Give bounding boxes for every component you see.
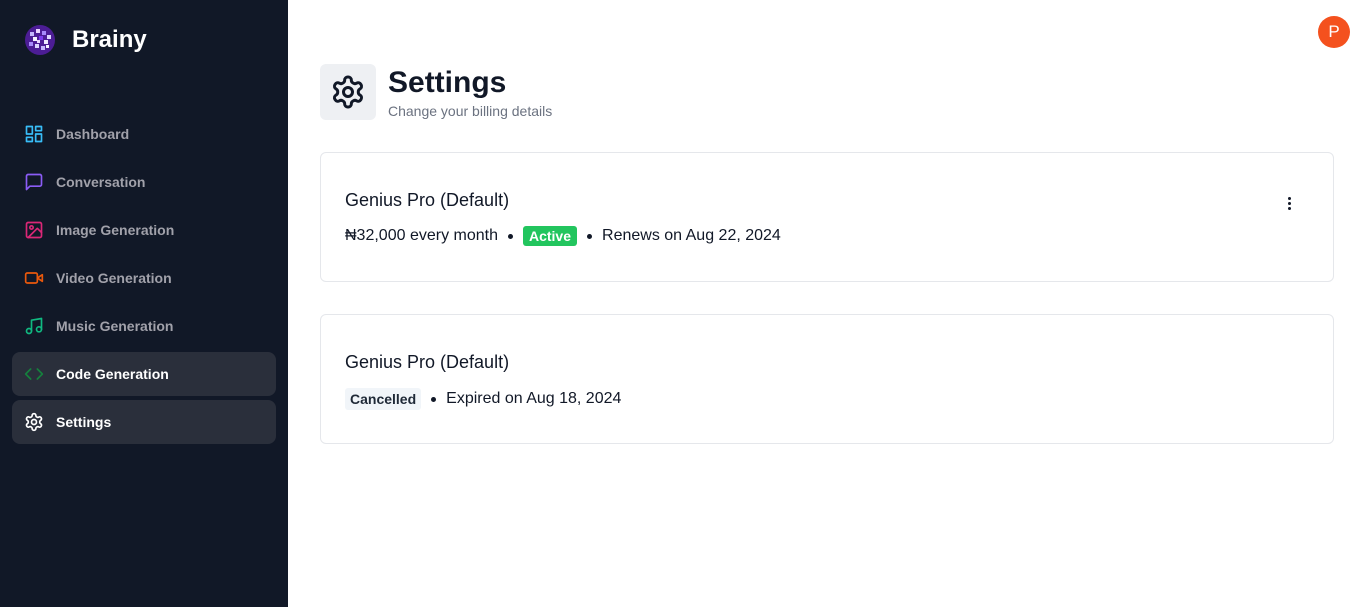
- sidebar-item-label: Settings: [56, 414, 112, 430]
- status-badge: Cancelled: [345, 388, 422, 410]
- code-icon: [24, 364, 44, 384]
- avatar-initial: P: [1328, 22, 1340, 41]
- plan-name: Genius Pro (Default): [345, 190, 510, 210]
- sidebar-item-label: Music Generation: [56, 318, 174, 334]
- settings-icon: [24, 412, 44, 432]
- sidebar-item-label: Conversation: [56, 174, 146, 190]
- subscription-card: Genius Pro (Default) ₦32,000 every month…: [320, 152, 1334, 282]
- subscription-card: Genius Pro (Default) Cancelled Expired o…: [320, 314, 1334, 444]
- sidebar-item-dashboard[interactable]: Dashboard: [12, 112, 276, 156]
- page-heading: Settings Change your billing details: [320, 64, 552, 120]
- sidebar-nav: Dashboard Conversation Image Generation: [12, 112, 276, 448]
- separator-dot: [507, 233, 513, 239]
- sidebar-item-image-generation[interactable]: Image Generation: [12, 208, 276, 252]
- user-avatar[interactable]: P: [1318, 16, 1350, 48]
- image-icon: [24, 220, 44, 240]
- sidebar-item-code-generation[interactable]: Code Generation: [12, 352, 276, 396]
- page-title: Settings: [388, 65, 507, 99]
- music-icon: [24, 316, 44, 336]
- sidebar-item-label: Video Generation: [56, 270, 172, 286]
- video-icon: [24, 268, 44, 288]
- renewal-date: Renews on Aug 22, 2024: [602, 227, 781, 244]
- brain-logo-icon: [24, 24, 56, 56]
- sidebar-item-label: Dashboard: [56, 126, 130, 142]
- separator-dot: [431, 396, 437, 402]
- message-square-icon: [24, 172, 44, 192]
- heading-text: Settings Change your billing details: [388, 65, 552, 120]
- sidebar-item-video-generation[interactable]: Video Generation: [12, 256, 276, 300]
- plan-name: Genius Pro (Default): [345, 352, 510, 372]
- settings-icon: [320, 64, 376, 120]
- sidebar-item-conversation[interactable]: Conversation: [12, 160, 276, 204]
- sidebar-item-music-generation[interactable]: Music Generation: [12, 304, 276, 348]
- expiry-date: Expired on Aug 18, 2024: [446, 390, 622, 407]
- plan-price: ₦32,000 every month: [345, 227, 498, 244]
- separator-dot: [587, 233, 593, 239]
- sidebar: Brainy Dashboard Conversation Image Gene…: [0, 0, 288, 607]
- sidebar-item-settings[interactable]: Settings: [12, 400, 276, 444]
- sidebar-item-label: Image Generation: [56, 222, 175, 238]
- brand-name: Brainy: [72, 26, 147, 53]
- subscription-meta: Cancelled Expired on Aug 18, 2024: [345, 388, 621, 410]
- dashboard-icon: [24, 124, 44, 144]
- status-badge: Active: [522, 226, 578, 246]
- brand[interactable]: Brainy: [24, 24, 147, 56]
- sidebar-item-label: Code Generation: [56, 366, 169, 382]
- subscription-meta: ₦32,000 every month Active Renews on Aug…: [345, 226, 781, 246]
- more-vertical-icon[interactable]: [1279, 193, 1299, 213]
- page-subtitle: Change your billing details: [388, 102, 553, 119]
